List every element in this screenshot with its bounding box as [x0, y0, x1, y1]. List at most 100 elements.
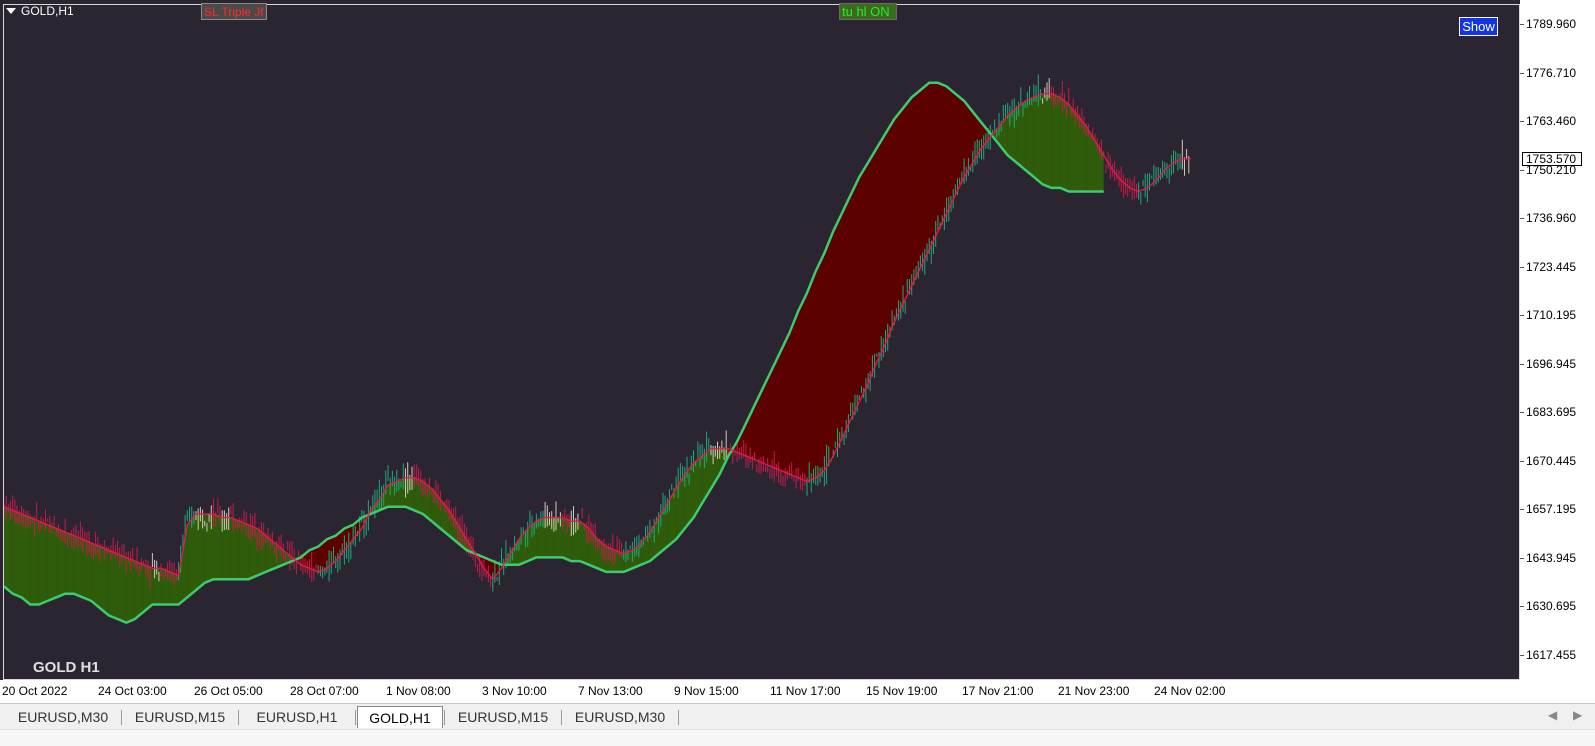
- bull-cloud-segment: [108, 550, 118, 619]
- price-tick-mark: [1520, 24, 1524, 25]
- bull-cloud-segment: [1086, 126, 1095, 192]
- time-tick-label: 11 Nov 17:00: [770, 684, 841, 698]
- bear-cloud-segment: [815, 253, 825, 478]
- bull-cloud-segment: [1033, 93, 1043, 185]
- price-tick-label: 1710.195: [1526, 308, 1577, 322]
- bear-cloud-segment: [885, 119, 895, 344]
- tab-scroll-right-icon[interactable]: ▶: [1573, 708, 1582, 722]
- bear-cloud-segment: [929, 82, 938, 250]
- bear-cloud-segment: [833, 213, 842, 456]
- time-tick-label: 1 Nov 08:00: [386, 684, 451, 698]
- symbol-label[interactable]: GOLD,H1: [6, 4, 74, 18]
- price-tick-mark: [1520, 654, 1524, 656]
- bull-cloud-segment: [667, 488, 677, 547]
- tab-eurusd-m15[interactable]: EURUSD,M15: [446, 706, 560, 728]
- show-button[interactable]: Show: [1459, 17, 1498, 36]
- bull-cloud-segment: [1042, 93, 1052, 188]
- tab-eurusd-m30[interactable]: EURUSD,M30: [6, 706, 120, 728]
- price-tick-label: 1763.460: [1526, 114, 1577, 128]
- tab-eurusd-m15[interactable]: EURUSD,M15: [123, 706, 237, 728]
- price-tick-label: 1789.960: [1526, 17, 1577, 31]
- chart-window[interactable]: GOLD,H1 SL Triple Jf tu hl ON Show GOLD …: [0, 0, 1595, 703]
- bear-cloud-segment: [780, 332, 790, 475]
- tab-separator: [678, 710, 679, 725]
- price-tick-mark: [1520, 509, 1524, 510]
- bull-cloud-segment: [1016, 100, 1026, 170]
- tab-separator: [561, 710, 562, 725]
- chart-canvas[interactable]: [4, 5, 1519, 679]
- tab-eurusd-h1[interactable]: EURUSD,H1: [240, 706, 354, 728]
- price-tick-mark: [1520, 460, 1524, 462]
- bear-cloud-segment: [868, 148, 877, 384]
- price-tick-label: 1723.445: [1526, 259, 1577, 274]
- bear-cloud-segment: [920, 82, 930, 268]
- bear-cloud-segment: [824, 231, 834, 471]
- price-axis[interactable]: 1789.960 1776.710 1763.460 1750.210 1736.960…: [1520, 0, 1595, 703]
- price-tick-mark: [1520, 266, 1524, 268]
- bear-cloud-segment: [859, 162, 869, 402]
- price-tick-label: 1643.945: [1526, 550, 1577, 565]
- tab-eurusd-m30[interactable]: EURUSD,M30: [563, 706, 677, 728]
- price-tick-mark: [1520, 315, 1524, 316]
- time-tick-label: 24 Nov 02:00: [1154, 684, 1226, 698]
- symbol-watermark: GOLD H1: [33, 659, 100, 676]
- current-price-label: 1753.570: [1522, 152, 1582, 166]
- tab-separator: [444, 710, 445, 725]
- time-tick-label: 24 Oct 03:00: [98, 684, 167, 698]
- tab-separator: [238, 710, 239, 725]
- time-tick-label: 28 Oct 07:00: [290, 684, 359, 698]
- bull-cloud-segment: [1025, 97, 1034, 177]
- tu-hl-toggle-button[interactable]: tu hl ON: [839, 3, 897, 20]
- bottom-strip: [0, 729, 1595, 746]
- bear-cloud-segment: [807, 271, 816, 482]
- bear-cloud-segment: [894, 108, 903, 322]
- time-tick-label: 9 Nov 15:00: [674, 684, 739, 698]
- price-tick-label: 1776.710: [1526, 65, 1577, 80]
- fast-ma-line: [4, 92, 1191, 581]
- price-tick-mark: [1520, 606, 1524, 607]
- time-axis[interactable]: 20 Oct 2022 24 Oct 03:00 26 Oct 05:00 28 Oc…: [0, 680, 1520, 703]
- time-tick-label: 20 Oct 2022: [2, 684, 68, 698]
- price-tick-label: 1617.455: [1526, 647, 1577, 662]
- bear-cloud-segment: [841, 195, 851, 438]
- price-tick-label: 1630.695: [1526, 599, 1577, 613]
- price-tick-label: 1736.960: [1526, 211, 1577, 225]
- bull-cloud-segment: [65, 532, 74, 594]
- bear-cloud-segment: [946, 86, 956, 214]
- bull-cloud-segment: [1068, 104, 1078, 192]
- bear-cloud-segment: [937, 82, 947, 232]
- bull-cloud-segment: [4, 506, 13, 594]
- bear-cloud-segment: [798, 293, 807, 482]
- tab-gold-h1[interactable]: GOLD,H1: [357, 706, 443, 728]
- tab-separator: [121, 710, 122, 725]
- bear-cloud-segment: [876, 133, 886, 362]
- sl-triple-button[interactable]: SL Triple Jf: [201, 3, 267, 20]
- bull-cloud-segment: [239, 521, 249, 580]
- price-tick-label: 1683.695: [1526, 405, 1577, 419]
- time-tick-label: 15 Nov 19:00: [866, 684, 938, 698]
- price-tick-mark: [1520, 557, 1524, 559]
- time-tick-label: 26 Oct 05:00: [194, 684, 263, 698]
- price-tick-mark: [1520, 72, 1524, 74]
- price-tick-label: 1696.945: [1526, 356, 1577, 371]
- dropdown-triangle-icon[interactable]: [6, 8, 16, 14]
- tab-separator: [355, 710, 356, 725]
- bull-cloud-segment: [1051, 93, 1061, 188]
- symbol-text: GOLD,H1: [21, 4, 74, 18]
- price-tick-mark: [1520, 121, 1524, 122]
- time-tick-label: 7 Nov 13:00: [578, 684, 643, 698]
- bear-cloud-segment: [903, 97, 912, 304]
- bull-cloud-segment: [38, 521, 48, 605]
- bull-cloud-segment: [204, 514, 214, 583]
- bear-cloud-segment: [850, 177, 860, 420]
- time-tick-label: 17 Nov 21:00: [962, 684, 1034, 698]
- price-chart[interactable]: [3, 4, 1520, 680]
- bull-cloud-segment: [196, 514, 205, 591]
- price-tick-mark: [1520, 218, 1524, 219]
- price-tick-mark: [1520, 363, 1524, 365]
- bull-cloud-segment: [213, 514, 223, 580]
- price-tick-mark: [1520, 169, 1524, 171]
- price-tick-label: 1657.195: [1526, 502, 1577, 516]
- bull-cloud-segment: [1060, 97, 1069, 192]
- tab-scroll-left-icon[interactable]: ◀: [1548, 708, 1557, 722]
